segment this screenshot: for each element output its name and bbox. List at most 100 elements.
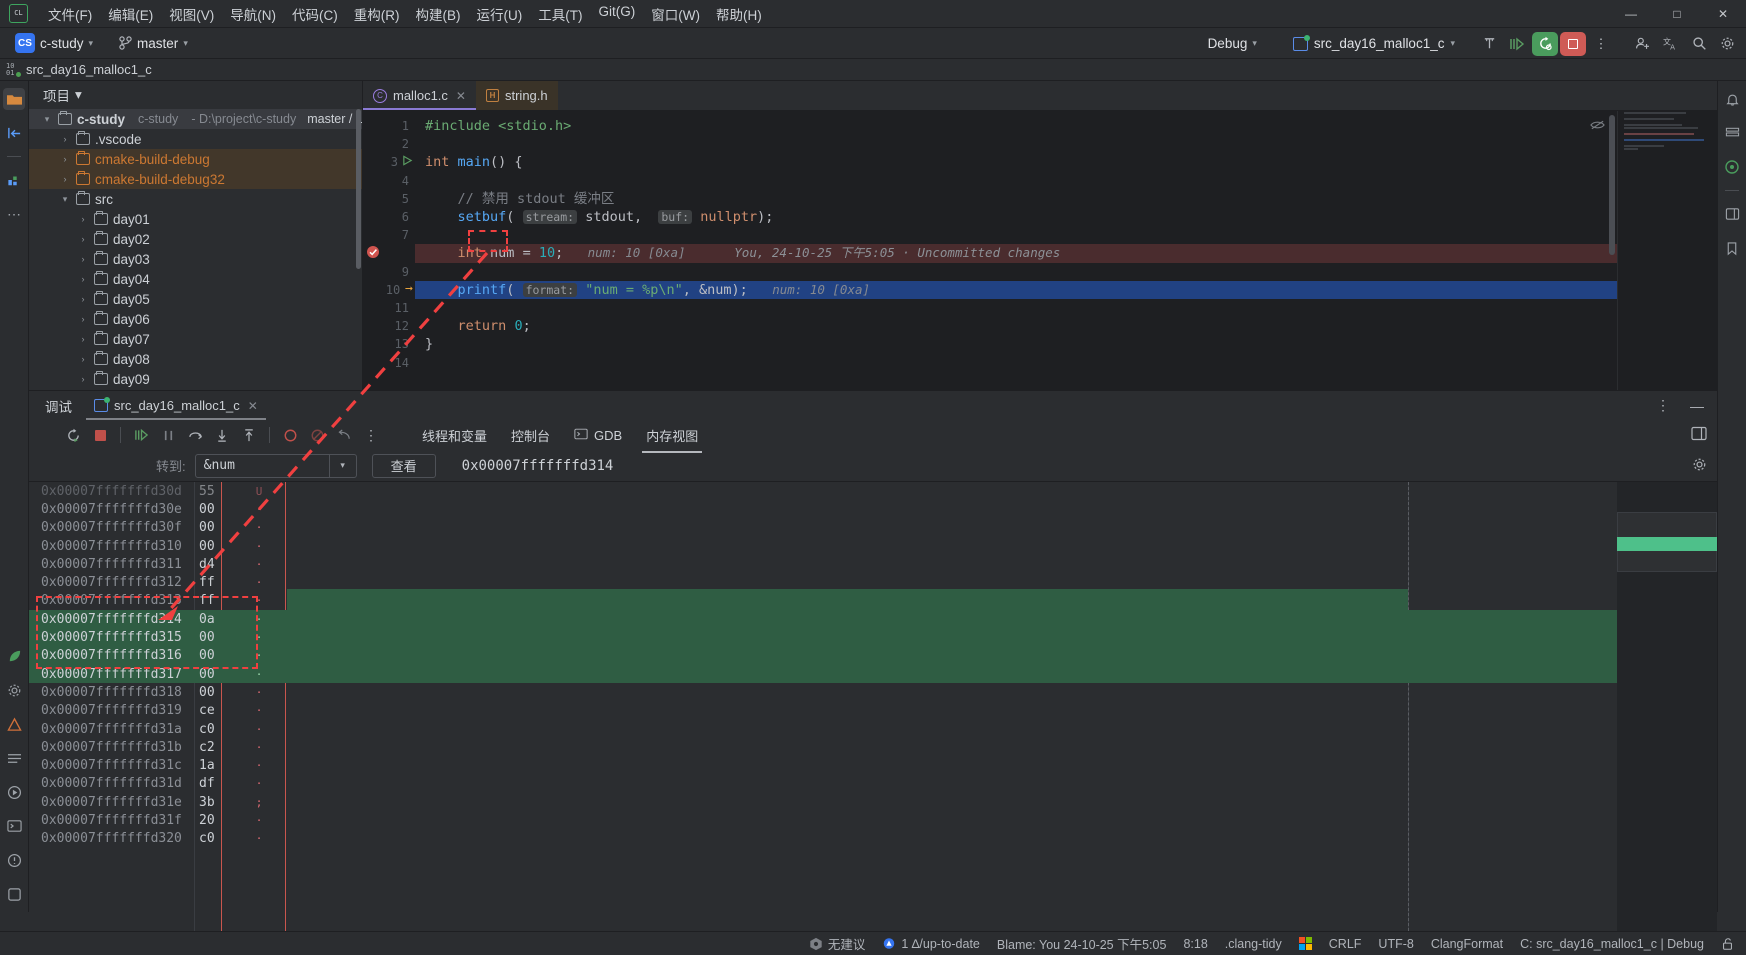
menu-item-0[interactable]: 文件(F) (40, 1, 100, 27)
menu-item-1[interactable]: 编辑(E) (100, 1, 161, 27)
gutter-line-9[interactable]: 9 (363, 263, 415, 281)
tree-item-day03[interactable]: ›day03 (29, 249, 362, 269)
debug-session-tab[interactable]: src_day16_malloc1_c ✕ (86, 391, 266, 420)
run-button[interactable] (1504, 32, 1530, 56)
status-vcs[interactable]: 1 ∆/up-to-date (882, 937, 980, 951)
chevron-down-icon[interactable]: ▾ (41, 114, 53, 125)
breakpoint-icon[interactable] (365, 244, 381, 263)
sidebar-item-settings[interactable] (3, 679, 25, 701)
debug-options-button[interactable]: ⋮ (1651, 394, 1675, 418)
menu-item-7[interactable]: 运行(U) (469, 1, 531, 27)
project-selector[interactable]: CS c-study ▾ (8, 30, 100, 56)
status-caret-position[interactable]: 8:18 (1183, 937, 1207, 951)
menu-item-4[interactable]: 代码(C) (284, 1, 346, 27)
chevron-right-icon[interactable]: › (59, 174, 71, 184)
code-line-11[interactable] (415, 299, 1717, 317)
goto-history-dropdown[interactable]: ▾ (330, 454, 357, 478)
add-user-button[interactable] (1630, 32, 1656, 56)
tree-item-day08[interactable]: ›day08 (29, 349, 362, 369)
memory-row[interactable]: 0x00007fffffffd3140a· (29, 610, 1717, 628)
memory-row[interactable]: 0x00007fffffffd31f20· (29, 811, 1717, 829)
memory-row[interactable]: 0x00007fffffffd31bc2· (29, 738, 1717, 756)
debug-view-线程和变量[interactable]: 线程和变量 (412, 421, 497, 450)
chevron-right-icon[interactable]: › (77, 214, 89, 224)
mute-breakpoints-button[interactable] (305, 423, 329, 447)
gutter-line-8[interactable] (363, 244, 415, 262)
gutter-line-4[interactable]: 4 (363, 172, 415, 190)
close-button[interactable]: ✕ (1700, 0, 1746, 28)
branch-selector[interactable]: master ▾ (112, 33, 195, 54)
hide-inspections-icon[interactable] (1590, 118, 1605, 134)
memory-hex-byte[interactable]: ff (194, 575, 244, 590)
sidebar-item-commit[interactable] (3, 122, 25, 144)
memory-row[interactable]: 0x00007fffffffd30f00· (29, 519, 1717, 537)
chevron-right-icon[interactable]: › (77, 234, 89, 244)
memory-row[interactable]: 0x00007fffffffd31800· (29, 683, 1717, 701)
memory-row[interactable]: 0x00007fffffffd30d55U (29, 482, 1717, 500)
memory-row[interactable]: 0x00007fffffffd312ff· (29, 573, 1717, 591)
debug-restart-button[interactable] (1532, 32, 1558, 56)
resume-button[interactable] (129, 423, 153, 447)
chevron-right-icon[interactable]: › (77, 314, 89, 324)
status-readonly-lock[interactable] (1721, 937, 1734, 951)
menu-item-3[interactable]: 导航(N) (222, 1, 284, 27)
menu-item-10[interactable]: 窗口(W) (643, 1, 708, 27)
menu-item-2[interactable]: 视图(V) (161, 1, 222, 27)
sidebar-item-cmake[interactable] (3, 713, 25, 735)
memory-row[interactable]: 0x00007fffffffd31000· (29, 537, 1717, 555)
sidebar-item-todo[interactable] (3, 747, 25, 769)
memory-hex-byte[interactable]: ce (194, 703, 244, 718)
sidebar-item-terminal[interactable] (3, 815, 25, 837)
menu-item-5[interactable]: 重构(R) (346, 1, 408, 27)
gutter-line-6[interactable]: 6 (363, 208, 415, 226)
sidebar-item-cmake-panel[interactable] (1721, 122, 1743, 144)
debug-view-内存视图[interactable]: 内存视图 (636, 421, 708, 450)
build-hammer-button[interactable] (1476, 32, 1502, 56)
status-inspection[interactable]: 无建议 (809, 934, 866, 953)
chevron-down-icon[interactable]: ▾ (59, 194, 71, 205)
status-formatter[interactable]: ClangFormat (1431, 937, 1503, 951)
editor-scrollbar[interactable] (1609, 115, 1615, 255)
chevron-right-icon[interactable]: › (77, 254, 89, 264)
code-line-7[interactable] (415, 226, 1717, 244)
sidebar-item-project[interactable] (3, 88, 25, 110)
tree-item-c-study[interactable]: ▾c-studyc-study- D:\project\c-studymaste… (29, 109, 362, 129)
code-line-2[interactable] (415, 135, 1717, 153)
memory-hex-byte[interactable]: 00 (194, 502, 244, 517)
code-line-12[interactable]: return 0; (415, 317, 1717, 335)
code-line-6[interactable]: setbuf( stream: stdout, buf: nullptr); (415, 208, 1717, 226)
rerun-button[interactable] (61, 423, 85, 447)
code-line-8[interactable]: int num = 10; num: 10 [0xa] You, 24-10-2… (415, 244, 1717, 262)
menu-item-6[interactable]: 构建(B) (408, 1, 469, 27)
tree-item-day06[interactable]: ›day06 (29, 309, 362, 329)
memory-hex-byte[interactable]: df (194, 776, 244, 791)
editor-tab-malloc1.c[interactable]: Cmalloc1.c✕ (363, 81, 476, 110)
sidebar-item-problems[interactable] (3, 849, 25, 871)
gutter-line-10[interactable]: 10➞ (363, 281, 415, 299)
menu-item-11[interactable]: 帮助(H) (708, 1, 770, 27)
memory-row[interactable]: 0x00007fffffffd31ddf· (29, 775, 1717, 793)
memory-hex-byte[interactable]: 3b (194, 795, 244, 810)
tree-item-day05[interactable]: ›day05 (29, 289, 362, 309)
code-line-14[interactable] (415, 353, 1717, 371)
tree-item-day02[interactable]: ›day02 (29, 229, 362, 249)
memory-hex-byte[interactable]: 20 (194, 813, 244, 828)
code-line-3[interactable]: int main() { (415, 153, 1717, 171)
memory-row[interactable]: 0x00007fffffffd31c1a· (29, 756, 1717, 774)
more-options-button[interactable]: ⋮ (1588, 32, 1614, 56)
gutter-line-7[interactable]: 7 (363, 226, 415, 244)
code-line-13[interactable]: } (415, 335, 1717, 353)
close-icon[interactable]: ✕ (248, 399, 258, 413)
sidebar-item-gradle[interactable] (1721, 203, 1743, 225)
memory-view[interactable]: 0x00007fffffffd30d55U0x00007fffffffd30e0… (29, 482, 1717, 931)
run-gutter-icon[interactable] (402, 155, 413, 169)
memory-settings-button[interactable] (1692, 457, 1707, 475)
memory-row[interactable]: 0x00007fffffffd31600· (29, 647, 1717, 665)
tree-item-day04[interactable]: ›day04 (29, 269, 362, 289)
memory-row[interactable]: 0x00007fffffffd31e3b; (29, 793, 1717, 811)
memory-hex-byte[interactable]: c2 (194, 740, 244, 755)
memory-hex-byte[interactable]: 55 (194, 484, 244, 499)
editor-tab-string.h[interactable]: Hstring.h (476, 81, 558, 110)
stop-button[interactable] (1560, 32, 1586, 56)
memory-hex-byte[interactable]: 1a (194, 758, 244, 773)
